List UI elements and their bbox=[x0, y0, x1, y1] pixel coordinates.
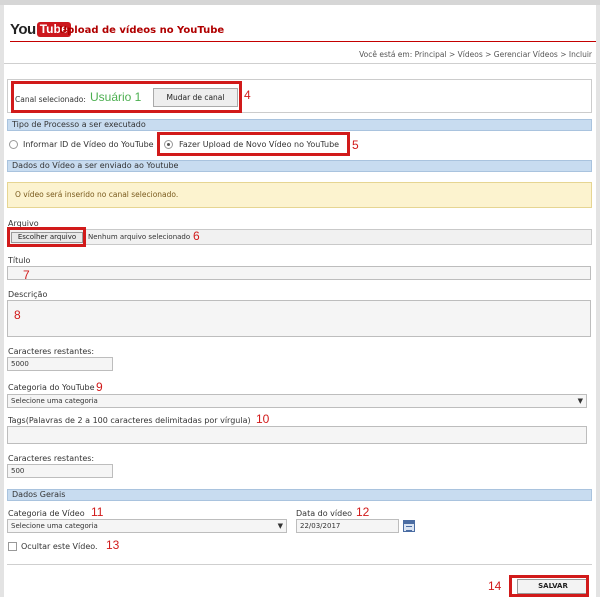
info-alert: O vídeo será inserido no canal seleciona… bbox=[7, 182, 592, 208]
youtube-category-select[interactable]: Selecione uma categoria ▼ bbox=[7, 394, 587, 408]
radio-informar-id-label: Informar ID de Vídeo do YouTube bbox=[23, 139, 154, 149]
video-category-label: Categoria de Vídeo bbox=[8, 509, 85, 518]
chevron-down-icon: ▼ bbox=[577, 397, 583, 405]
video-category-select[interactable]: Selecione uma categoria ▼ bbox=[7, 519, 287, 533]
channel-panel: Canal selecionado: Usuário 1 Mudar de ca… bbox=[7, 79, 592, 113]
section-general-data: Dados Gerais bbox=[7, 489, 592, 501]
annotation-number-5: 5 bbox=[352, 138, 359, 152]
annotation-number-9: 9 bbox=[96, 380, 103, 394]
youtube-logo-you: You bbox=[10, 21, 36, 38]
tags-remaining-value: 500 bbox=[7, 464, 113, 478]
file-input[interactable]: Escolher arquivo Nenhum arquivo selecion… bbox=[7, 229, 592, 245]
annotation-number-13: 13 bbox=[106, 538, 120, 552]
choose-file-button[interactable]: Escolher arquivo bbox=[11, 232, 83, 243]
description-label: Descrição bbox=[8, 290, 48, 299]
process-option-informar-id[interactable]: Informar ID de Vídeo do YouTube bbox=[9, 137, 154, 151]
video-date-input[interactable]: 22/03/2017 bbox=[296, 519, 399, 533]
youtube-category-label: Categoria do YouTube bbox=[8, 383, 95, 392]
channel-user-name: Usuário 1 bbox=[90, 90, 142, 104]
tags-remaining-label: Caracteres restantes: bbox=[8, 454, 95, 463]
breadcrumb[interactable]: Você está em: Principal > Vídeos > Geren… bbox=[359, 50, 592, 59]
tags-label: Tags(Palavras de 2 a 100 caracteres deli… bbox=[8, 416, 251, 425]
section-process-type: Tipo de Processo a ser executado bbox=[7, 119, 592, 131]
header-divider bbox=[10, 41, 596, 42]
description-remaining-label: Caracteres restantes: bbox=[8, 347, 95, 356]
video-date-label: Data do vídeo bbox=[296, 509, 353, 518]
header-bottom-divider bbox=[4, 63, 596, 64]
page-title: Upload de vídeos no YouTube bbox=[59, 25, 225, 36]
file-label: Arquivo bbox=[8, 219, 39, 228]
change-channel-button[interactable]: Mudar de canal bbox=[153, 88, 238, 107]
page-header: You Tube Upload de vídeos no YouTube Voc… bbox=[4, 5, 596, 66]
description-textarea[interactable] bbox=[7, 300, 591, 337]
annotation-number-12: 12 bbox=[356, 505, 370, 519]
tags-textarea[interactable] bbox=[7, 426, 587, 444]
footer-divider bbox=[7, 564, 592, 565]
title-label: Título bbox=[8, 256, 31, 265]
file-status: Nenhum arquivo selecionado bbox=[88, 233, 191, 241]
title-input[interactable] bbox=[7, 266, 591, 280]
annotation-number-8: 8 bbox=[14, 308, 21, 322]
video-category-value: Selecione uma categoria bbox=[11, 522, 98, 530]
youtube-category-value: Selecione uma categoria bbox=[11, 397, 98, 405]
annotation-number-6: 6 bbox=[193, 229, 200, 243]
process-option-upload[interactable]: Fazer Upload de Novo Vídeo no YouTube bbox=[164, 137, 339, 151]
annotation-number-10: 10 bbox=[256, 412, 270, 426]
annotation-number-11: 11 bbox=[91, 505, 104, 519]
radio-informar-id[interactable] bbox=[9, 139, 18, 149]
save-button[interactable]: SALVAR bbox=[517, 579, 589, 594]
right-frame bbox=[596, 5, 600, 597]
annotation-number-4: 4 bbox=[244, 88, 251, 102]
annotation-number-7: 7 bbox=[23, 268, 30, 282]
description-remaining-value: 5000 bbox=[7, 357, 113, 371]
calendar-icon[interactable] bbox=[403, 520, 415, 532]
section-video-data: Dados do Vídeo a ser enviado ao Youtube bbox=[7, 160, 592, 172]
channel-label: Canal selecionado: bbox=[15, 95, 86, 104]
upload-form: Canal selecionado: Usuário 1 Mudar de ca… bbox=[4, 70, 596, 597]
radio-upload-novo[interactable] bbox=[164, 139, 173, 149]
hide-video-label: Ocultar este Vídeo. bbox=[21, 542, 98, 551]
hide-video-checkbox[interactable] bbox=[8, 542, 17, 551]
chevron-down-icon: ▼ bbox=[277, 522, 283, 530]
radio-upload-novo-label: Fazer Upload de Novo Vídeo no YouTube bbox=[179, 139, 340, 149]
annotation-number-14: 14 bbox=[488, 579, 502, 593]
